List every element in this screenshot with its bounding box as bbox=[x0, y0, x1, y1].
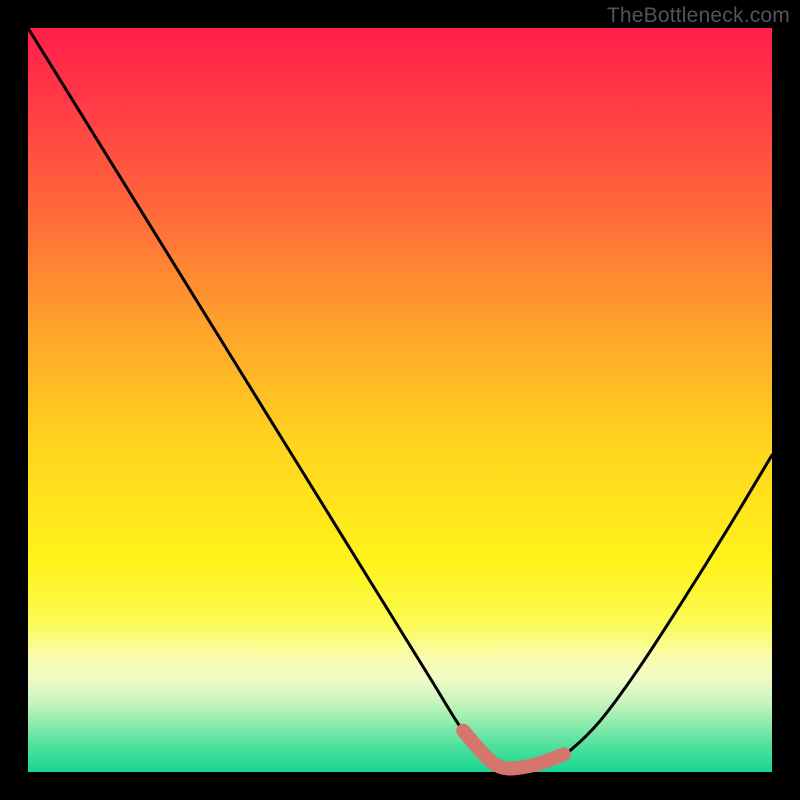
chart-stage: TheBottleneck.com bbox=[0, 0, 800, 800]
gradient-background bbox=[28, 28, 772, 772]
bottleneck-chart bbox=[0, 0, 800, 800]
watermark-text: TheBottleneck.com bbox=[607, 4, 790, 28]
